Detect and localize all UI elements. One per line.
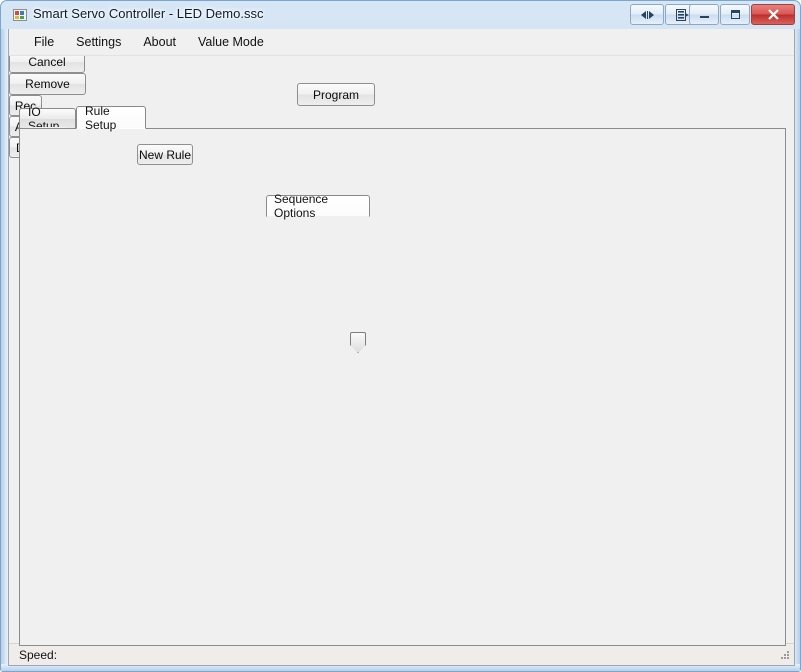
app-icon bbox=[13, 9, 27, 21]
minimize-icon bbox=[699, 16, 709, 18]
maximize-button[interactable] bbox=[720, 4, 750, 25]
new-rule-button[interactable]: New Rule bbox=[137, 144, 193, 165]
standard-caption-buttons bbox=[688, 4, 795, 25]
panel-icon bbox=[675, 8, 689, 21]
menu-item-value-mode[interactable]: Value Mode bbox=[187, 31, 275, 53]
resize-grip-icon[interactable] bbox=[780, 651, 790, 661]
nav-toggle-button[interactable] bbox=[630, 4, 664, 25]
window-title: Smart Servo Controller - LED Demo.ssc bbox=[33, 6, 264, 21]
close-button[interactable] bbox=[751, 4, 795, 25]
menu-item-file[interactable]: File bbox=[23, 31, 65, 53]
client-area: File Settings About Value Mode Program I… bbox=[8, 29, 795, 666]
tab-page-rule-setup bbox=[19, 128, 786, 646]
tab-rule-setup[interactable]: Rule Setup bbox=[76, 104, 146, 132]
main-tab-strip: IO Setup Rule Setup bbox=[19, 104, 786, 133]
remove-button[interactable]: Remove bbox=[9, 73, 86, 95]
title-bar: Smart Servo Controller - LED Demo.ssc bbox=[1, 1, 801, 29]
tab-io-setup[interactable]: IO Setup bbox=[19, 105, 76, 133]
window-frame-left bbox=[1, 29, 8, 671]
application-window: Smart Servo Controller - LED Demo.ssc Fi… bbox=[0, 0, 801, 672]
tab-sequence-options[interactable]: Sequence Options bbox=[266, 192, 370, 220]
menu-item-settings[interactable]: Settings bbox=[65, 31, 132, 53]
left-right-arrows-icon bbox=[640, 10, 654, 19]
maximize-icon bbox=[730, 10, 740, 19]
minimize-button[interactable] bbox=[689, 4, 719, 25]
status-bar: Speed: bbox=[9, 643, 794, 665]
program-button[interactable]: Program bbox=[297, 83, 375, 106]
speed-status-label: Speed: bbox=[19, 647, 58, 662]
menu-bar: File Settings About Value Mode bbox=[9, 29, 794, 56]
menu-item-about[interactable]: About bbox=[132, 31, 187, 53]
close-icon bbox=[767, 8, 779, 20]
